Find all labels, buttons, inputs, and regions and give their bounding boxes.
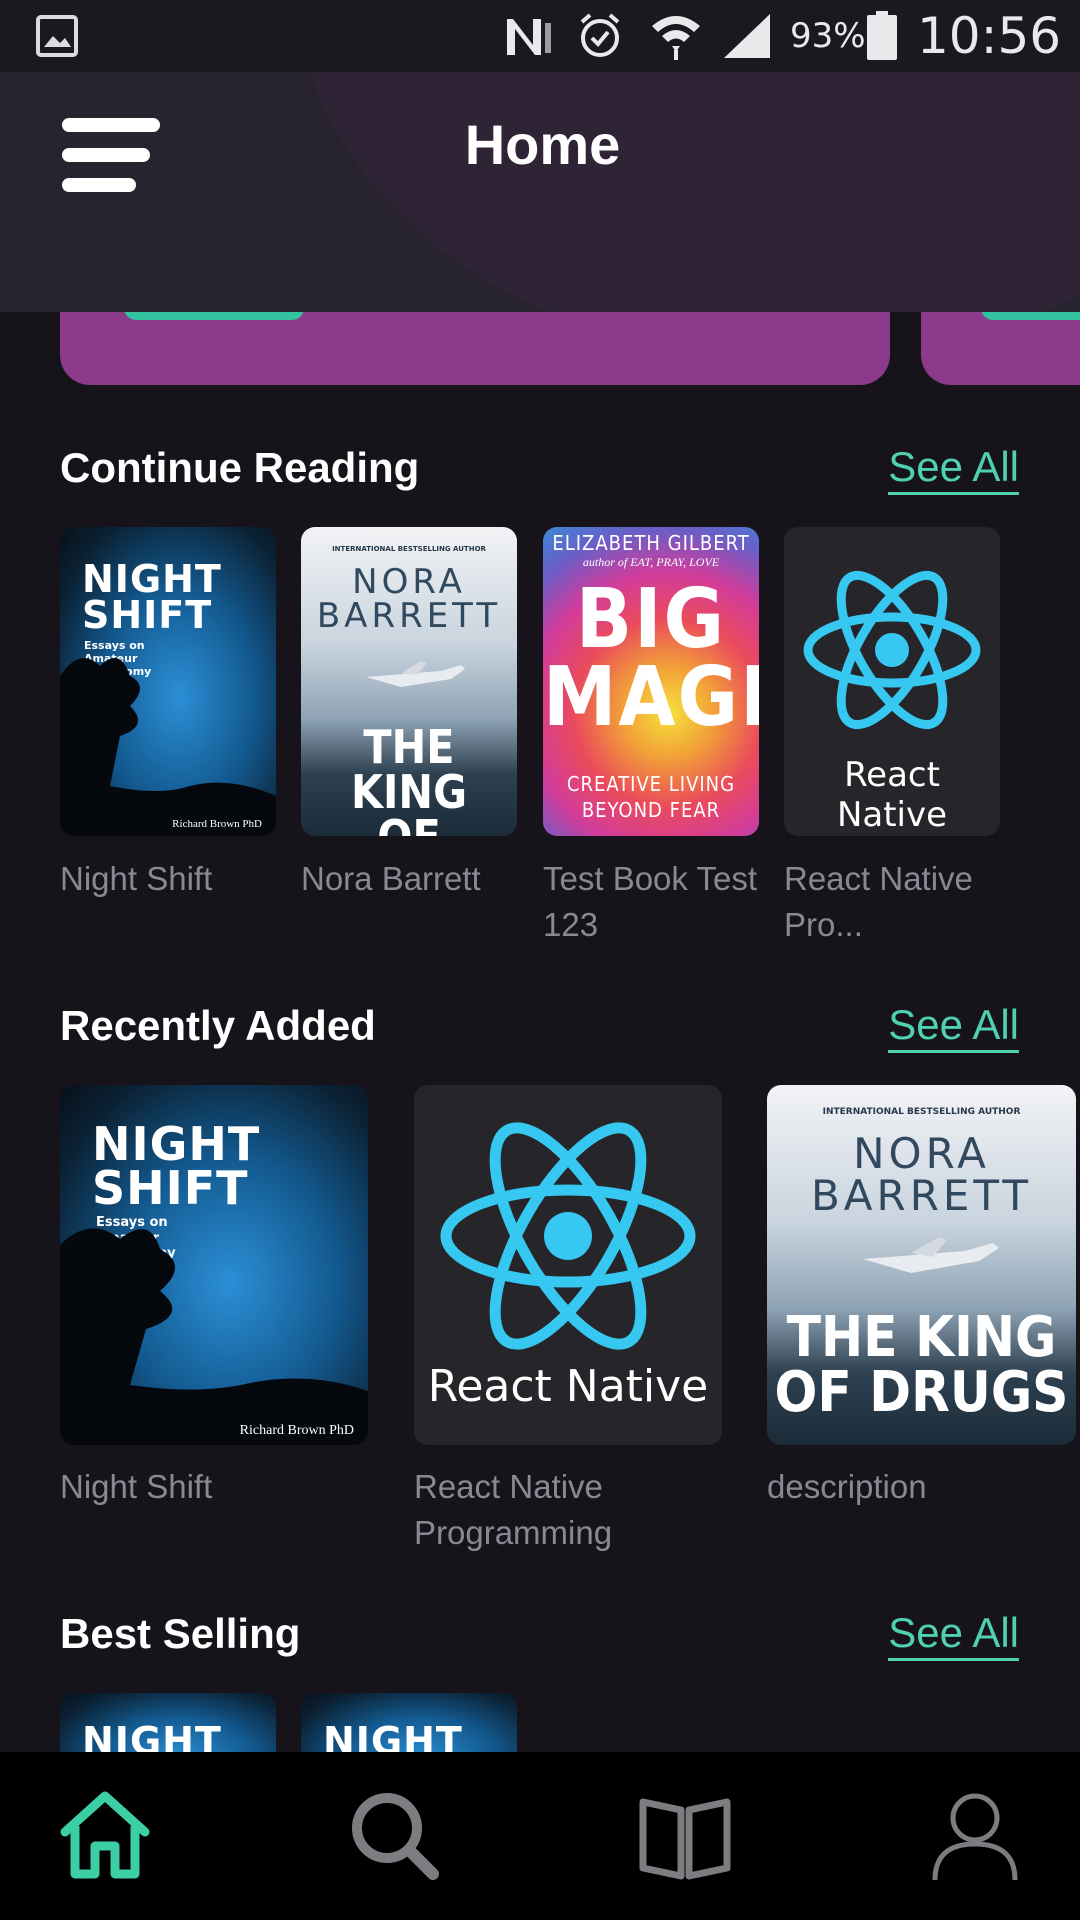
book-cover-react-native[interactable]: React Native xyxy=(784,527,1000,836)
plane-icon xyxy=(863,1237,999,1273)
nav-home[interactable] xyxy=(30,1752,180,1920)
promo-card[interactable] xyxy=(60,308,890,385)
nav-search[interactable] xyxy=(320,1752,470,1920)
book-title[interactable]: description xyxy=(767,1464,1067,1510)
profile-icon xyxy=(932,1793,1018,1881)
page-title: Home xyxy=(464,113,621,176)
book-title[interactable]: React Native Pro... xyxy=(784,856,994,948)
book-cover-night-shift[interactable]: NIGHTSHIFT Essays on Amateur Astronomy R… xyxy=(60,1085,368,1445)
book-cover-nora-barrett[interactable]: INTERNATIONAL BESTSELLING AUTHOR NORA BAR… xyxy=(767,1085,1076,1445)
book-title[interactable]: Nora Barrett xyxy=(301,856,517,902)
book-cover-nora-barrett[interactable]: INTERNATIONAL BESTSELLING AUTHOR NORA BAR… xyxy=(301,527,517,836)
react-logo-icon xyxy=(803,570,981,730)
nfc-icon xyxy=(503,0,553,72)
section-title-recently-added: Recently Added xyxy=(60,1002,376,1049)
tree-silhouette xyxy=(60,658,276,836)
see-all-best-selling[interactable]: See All xyxy=(888,1610,1019,1661)
book-icon xyxy=(639,1798,731,1880)
book-cover-react-native[interactable]: React Native xyxy=(414,1085,722,1445)
see-all-recently-added[interactable]: See All xyxy=(888,1002,1019,1053)
book-title[interactable]: Test Book Test 123 xyxy=(543,856,759,948)
signal-icon xyxy=(722,0,774,72)
book-title[interactable]: React Native Programming xyxy=(414,1464,684,1556)
plane-icon xyxy=(366,661,465,687)
app-header: Home xyxy=(0,72,1080,312)
nav-profile[interactable] xyxy=(900,1752,1050,1920)
bottom-navigation xyxy=(0,1752,1080,1920)
home-icon xyxy=(60,1791,150,1879)
book-title[interactable]: Night Shift xyxy=(60,1464,368,1510)
battery-percent: 93% xyxy=(790,16,866,56)
book-title[interactable]: Night Shift xyxy=(60,856,276,902)
react-logo-icon xyxy=(440,1122,696,1350)
section-title-best-selling: Best Selling xyxy=(60,1610,301,1657)
alarm-icon xyxy=(576,0,624,72)
wifi-icon xyxy=(648,0,704,72)
tree-silhouette xyxy=(60,1228,368,1445)
status-time: 10:56 xyxy=(917,7,1062,65)
book-cover-night-shift[interactable]: NIGHTSHIFT Essays on Amateur Astronomy R… xyxy=(60,527,276,836)
search-icon xyxy=(352,1793,439,1880)
see-all-continue-reading[interactable]: See All xyxy=(888,444,1019,495)
battery-icon xyxy=(866,0,898,72)
header-decoration xyxy=(296,72,1080,312)
book-cover-big-magic[interactable]: ELIZABETH GILBERT author of EAT, PRAY, L… xyxy=(543,527,759,836)
nav-library[interactable] xyxy=(610,1752,760,1920)
section-title-continue-reading: Continue Reading xyxy=(60,444,420,491)
status-bar: 93% 10:56 xyxy=(0,0,1080,72)
promo-card-next[interactable] xyxy=(921,308,1080,385)
gallery-icon xyxy=(36,0,78,72)
